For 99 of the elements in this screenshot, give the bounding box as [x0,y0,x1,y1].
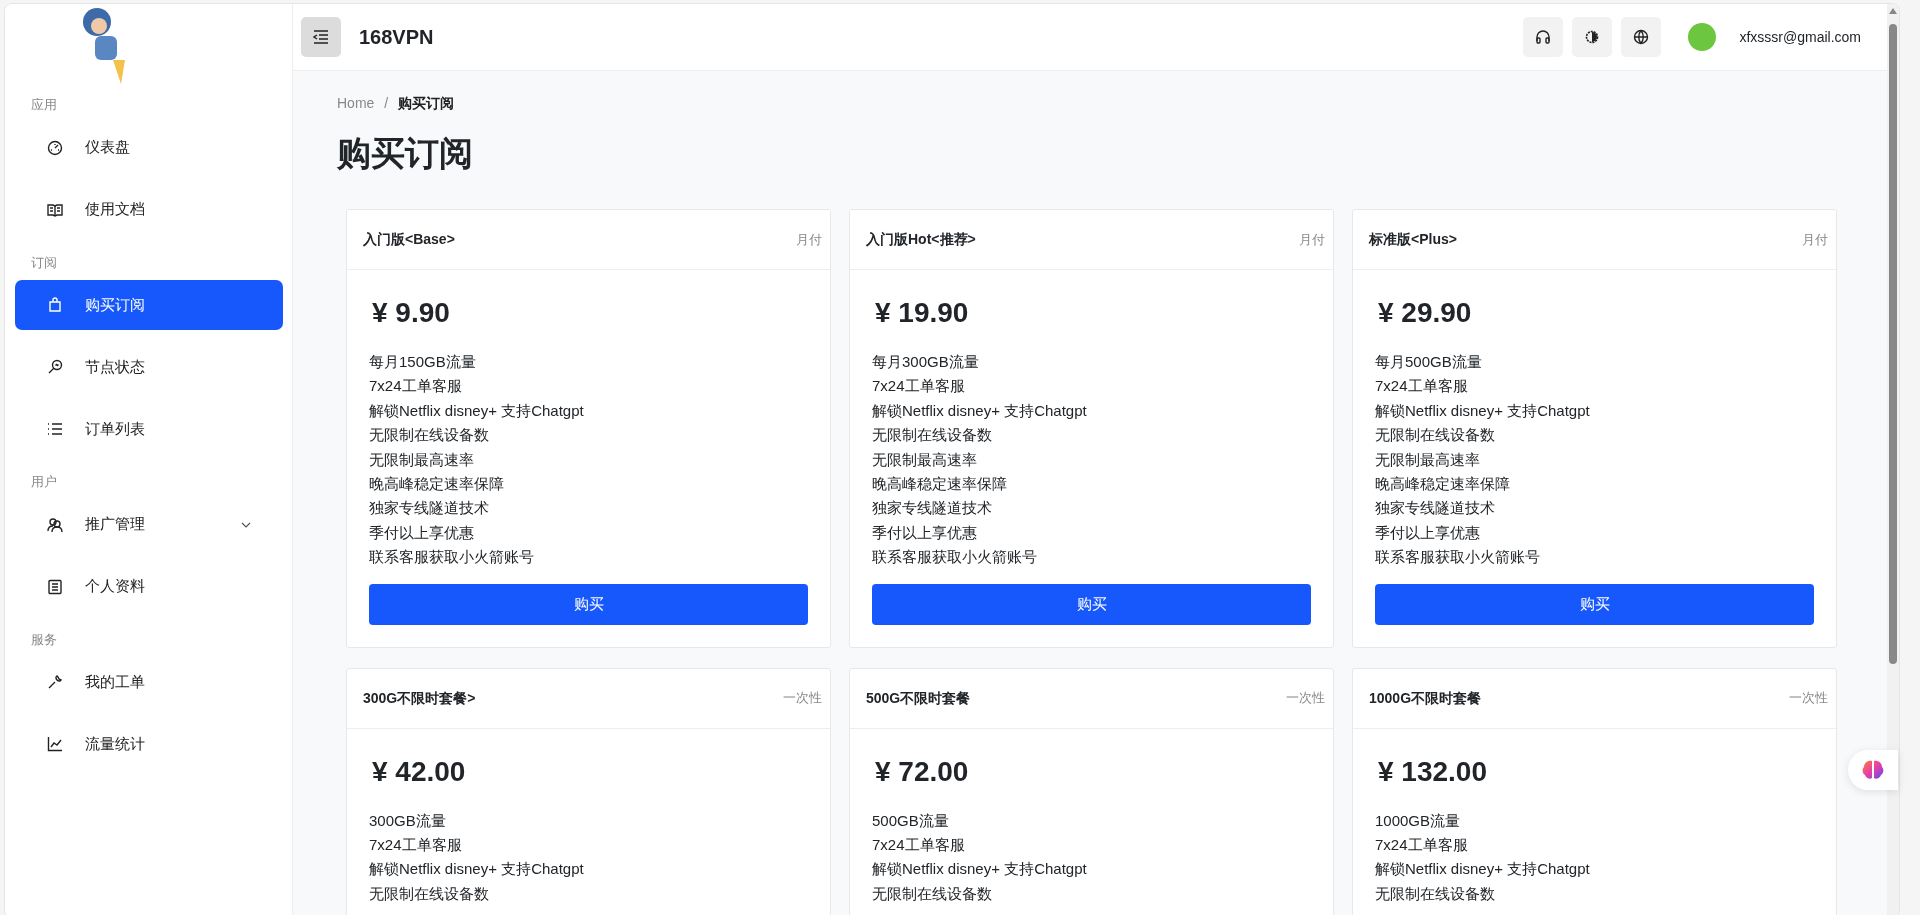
plan-feature: 无限制在线设备数 [872,883,993,904]
document-icon [47,578,63,595]
plan-name: 入门版Hot<推荐> [866,230,976,249]
users-icon [47,516,63,533]
plan-feature: 500GB流量 [872,810,950,831]
plan-feature: 无限制最高速率 [872,449,978,470]
billing-period: 一次性 [1789,689,1828,708]
billing-period: 一次性 [1286,689,1325,708]
plan-feature: 无限制最高速率 [1375,449,1481,470]
sidebar-item[interactable]: 个人资料 [15,561,283,612]
support-button[interactable] [1523,17,1564,57]
plan-price: ¥ 19.90 [875,296,970,330]
sidebar-item[interactable]: 我的工单 [15,657,283,707]
brightness-icon [1584,29,1601,45]
plan-feature: 晚高峰稳定速率保障 [1375,474,1511,495]
breadcrumb-current: 购买订阅 [398,94,455,113]
plan-feature: 联系客服获取小火箭账号 [1375,547,1541,568]
section-label: 用户 [30,473,58,491]
plan-feature: 无限制在线设备数 [872,425,993,446]
section-label: 应用 [30,96,58,114]
buy-button[interactable]: 购买 [872,583,1311,625]
user-email[interactable]: xfxsssr@gmail.com [1739,26,1861,48]
section-label: 服务 [30,630,58,649]
search-icon [47,359,63,375]
plan-name: 500G不限时套餐 [866,688,971,708]
plan-feature: 解锁Netflix disney+ 支持Chatgpt [1375,859,1591,880]
globe-icon [1633,29,1650,45]
plan-feature: 晚高峰稳定速率保障 [369,474,505,495]
plan-feature: 每月150GB流量 [369,352,477,372]
sidebar-item[interactable]: 推广管理 [15,499,283,550]
sidebar-item[interactable]: 流量统计 [15,719,283,769]
plan-name: 标准版<Plus> [1369,230,1457,249]
billing-period: 月付 [1299,230,1325,249]
page-title: 购买订阅 [337,133,474,174]
plan-price: ¥ 29.90 [1378,296,1473,330]
wrench-icon [47,674,63,690]
plan-price: ¥ 42.00 [372,754,467,789]
section-label: 订阅 [30,253,58,272]
theme-button[interactable] [1572,17,1613,57]
plan-price: ¥ 132.00 [1378,754,1488,789]
plan-name: 入门版<Base> [363,230,455,249]
language-button[interactable] [1621,17,1662,57]
plan-feature: 解锁Netflix disney+ 支持Chatgpt [872,400,1088,421]
buy-button[interactable]: 购买 [1375,583,1814,625]
billing-period: 一次性 [783,689,822,708]
plan-feature: 每月300GB流量 [872,352,980,372]
breadcrumb-separator: / [384,94,389,113]
sidebar-item[interactable]: 使用文档 [15,184,283,235]
sidebar-item[interactable]: 仪表盘 [15,122,283,173]
plan-feature: 无限制在线设备数 [1375,425,1496,446]
billing-period: 月付 [1802,230,1828,249]
plan-feature: 独家专线隧道技术 [369,498,490,519]
plan-price: ¥ 9.90 [372,296,451,330]
plan-feature: 解锁Netflix disney+ 支持Chatgpt [369,859,585,880]
plan-name: 300G不限时套餐> [363,688,476,708]
list-icon [47,421,63,437]
plan-feature: 7x24工单客服 [369,376,463,397]
menu-toggle-button[interactable] [301,17,341,57]
plan-feature: 联系客服获取小火箭账号 [369,547,535,568]
billing-period: 月付 [796,230,822,249]
plan-feature: 1000GB流量 [1375,810,1462,831]
plan-feature: 7x24工单客服 [872,835,966,856]
plan-price: ¥ 72.00 [875,754,970,789]
plan-feature: 无限制在线设备数 [1375,883,1496,904]
menu-icon [313,30,329,44]
gauge-icon [47,139,63,156]
plan-feature: 联系客服获取小火箭账号 [872,547,1038,568]
plan-feature: 300GB流量 [369,810,447,831]
line-chart-icon [47,736,63,752]
plan-feature: 解锁Netflix disney+ 支持Chatgpt [369,400,585,421]
plan-feature: 季付以上享优惠 [872,522,978,543]
plan-feature: 7x24工单客服 [1375,376,1469,397]
plan-feature: 晚高峰稳定速率保障 [872,474,1008,495]
plan-feature: 7x24工单客服 [1375,835,1469,856]
shopping-bag-icon [47,297,63,313]
buy-button[interactable]: 购买 [369,583,808,625]
plan-feature: 季付以上享优惠 [1375,522,1481,543]
plan-feature: 独家专线隧道技术 [1375,498,1496,519]
sidebar-item[interactable]: 节点状态 [15,342,283,392]
plan-feature: 7x24工单客服 [872,376,966,397]
plan-feature: 解锁Netflix disney+ 支持Chatgpt [1375,400,1591,421]
sidebar-item[interactable]: 购买订阅 [15,280,283,330]
plan-feature: 季付以上享优惠 [369,522,475,543]
book-icon [47,201,63,218]
scroll-up-icon [1889,8,1897,14]
plan-feature: 解锁Netflix disney+ 支持Chatgpt [872,859,1088,880]
sidebar-item[interactable]: 订单列表 [15,404,283,454]
plan-feature: 无限制在线设备数 [369,883,490,904]
assistant-button[interactable] [1848,750,1898,790]
headphones-icon [1535,29,1552,45]
plan-feature: 无限制最高速率 [369,449,475,470]
brain-icon [1862,760,1884,780]
brand-title: 168VPN [359,25,434,50]
plan-feature: 每月500GB流量 [1375,352,1483,372]
scrollbar[interactable] [1887,4,1899,915]
plan-name: 1000G不限时套餐 [1369,688,1482,708]
plan-feature: 7x24工单客服 [369,835,463,856]
plan-feature: 无限制在线设备数 [369,425,490,446]
plan-feature: 独家专线隧道技术 [872,498,993,519]
